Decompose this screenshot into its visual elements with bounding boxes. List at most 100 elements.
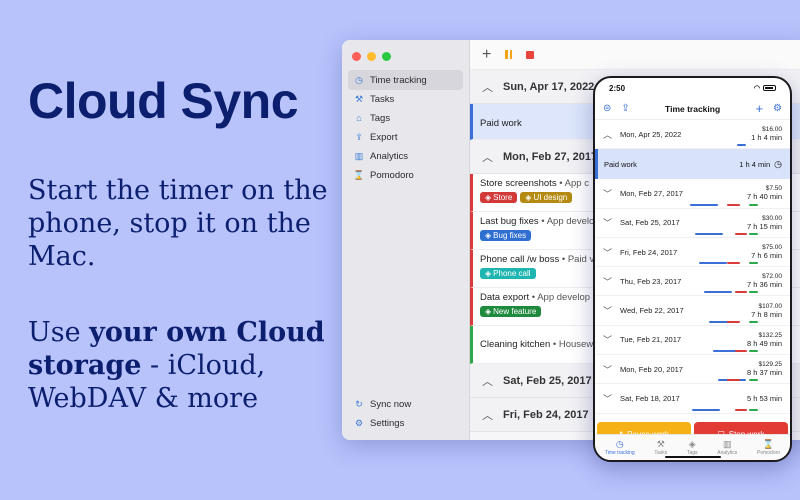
- sidebar-item-label: Tags: [370, 112, 391, 124]
- close-window-button[interactable]: [352, 52, 361, 61]
- mac-sidebar: ◷ Time tracking ⚒ Tasks ⌂ Tags ⇪ Export ▥ Analyti…: [342, 40, 470, 440]
- wrench-icon: ⚒: [656, 439, 665, 449]
- entry-title: Paid work: [480, 118, 522, 129]
- day-row[interactable]: ﹀ Fri, Feb 24, 2017 $75.00 7 h 6 min: [595, 238, 790, 268]
- day-date: Sat, Feb 18, 2017: [620, 394, 680, 404]
- wrench-icon: ⚒: [354, 93, 364, 104]
- filter-icon[interactable]: ⊜: [603, 103, 611, 114]
- entry-title: Cleaning kitchen • Housew: [480, 339, 593, 350]
- tag-icon: ◈: [525, 193, 532, 202]
- day-date: Fri, Feb 24, 2017: [503, 408, 589, 421]
- day-date: Mon, Feb 27, 2017: [503, 150, 598, 163]
- tab-label: Pomodoro: [756, 450, 781, 456]
- hourglass-icon: ⌛: [762, 439, 775, 449]
- tag-icon: ◈: [485, 231, 492, 240]
- tag-icon: ◈: [485, 193, 492, 202]
- sidebar-item-time-tracking[interactable]: ◷ Time tracking: [348, 70, 463, 90]
- day-totals: $132.25 8 h 49 min: [747, 332, 782, 348]
- timeline-segment: [735, 408, 748, 411]
- day-row[interactable]: ﹀ Thu, Feb 23, 2017 $72.00 7 h 36 min: [595, 267, 790, 297]
- chevron-up-icon: ︿: [482, 375, 493, 388]
- day-row[interactable]: ﹀ Mon, Feb 20, 2017 $129.25 8 h 37 min: [595, 355, 790, 385]
- tag-badge: ◈ Store: [480, 192, 518, 203]
- entry-project: • App develo: [538, 216, 595, 227]
- timeline-segment: [727, 320, 740, 323]
- entry-name: Cleaning kitchen: [480, 339, 551, 350]
- day-timeline: [625, 408, 780, 411]
- day-row[interactable]: ﹀ Mon, Feb 27, 2017 $7.50 7 h 40 min: [595, 179, 790, 209]
- sidebar-item-pomodoro[interactable]: ⌛ Pomodoro: [348, 165, 463, 185]
- timeline-segment: [727, 379, 740, 382]
- tab-analytics[interactable]: ▥ Analytics: [717, 439, 737, 456]
- chevron-down-icon: ﹀: [603, 335, 613, 346]
- day-row[interactable]: ︿ Mon, Apr 25, 2022 $16.00 1 h 4 min: [595, 120, 790, 150]
- sidebar-item-analytics[interactable]: ▥ Analytics: [348, 146, 463, 166]
- sidebar-item-tasks[interactable]: ⚒ Tasks: [348, 89, 463, 109]
- timeline-segment: [694, 232, 723, 235]
- minimize-window-button[interactable]: [367, 52, 376, 61]
- chevron-down-icon: ﹀: [603, 276, 613, 287]
- day-duration: 8 h 49 min: [746, 338, 782, 348]
- entry-project: • Housew: [550, 339, 594, 350]
- tag-label: Phone call: [493, 269, 531, 278]
- tab-tasks[interactable]: ⚒ Tasks: [654, 439, 667, 456]
- sidebar-item-label: Pomodoro: [370, 169, 414, 181]
- timeline-segment: [690, 203, 718, 206]
- entry-name: Data export: [480, 292, 530, 303]
- sidebar-item-label: Export: [370, 131, 398, 143]
- timeline-segment: [735, 232, 748, 235]
- day-duration: 5 h 53 min: [746, 393, 782, 403]
- headline: Cloud Sync: [28, 73, 299, 129]
- tag-label: UI design: [533, 193, 568, 202]
- day-duration: 7 h 40 min: [746, 192, 782, 202]
- tag-badge: ◈ Phone call: [480, 268, 536, 279]
- day-totals: $129.25 8 h 37 min: [747, 361, 782, 377]
- entry-name: Phone call /w boss: [480, 254, 560, 265]
- sidebar-item-sync-now[interactable]: ↻ Sync now: [348, 394, 463, 414]
- status-bar: 2:50 ◠: [595, 78, 790, 98]
- gear-icon[interactable]: ⚙: [773, 103, 782, 114]
- day-duration: 8 h 37 min: [746, 368, 782, 378]
- sidebar-item-export[interactable]: ⇪ Export: [348, 127, 463, 147]
- day-row[interactable]: ﹀ Sat, Feb 25, 2017 $30.00 7 h 15 min: [595, 209, 790, 238]
- sidebar-item-label: Settings: [370, 417, 405, 429]
- share-icon[interactable]: ⇪: [621, 103, 629, 114]
- chevron-up-icon: ︿: [482, 409, 493, 422]
- running-entry[interactable]: Paid work 1 h 4 min ◷: [595, 149, 790, 180]
- day-totals: $30.00 7 h 15 min: [747, 215, 782, 231]
- timeline-segment: [749, 320, 759, 323]
- zoom-window-button[interactable]: [382, 52, 391, 61]
- tag-icon: ◈: [688, 439, 696, 449]
- stop-button[interactable]: [526, 50, 535, 59]
- clock-icon: ◷: [355, 74, 363, 85]
- sidebar-item-tags[interactable]: ⌂ Tags: [348, 108, 463, 128]
- tab-time-tracking[interactable]: ◷ Time tracking: [605, 439, 635, 456]
- timeline-segment: [735, 350, 748, 353]
- add-entry-button[interactable]: +: [482, 46, 491, 63]
- entry-name: Last bug fixes: [480, 216, 539, 227]
- day-timeline: [625, 320, 780, 323]
- day-date: Wed, Feb 22, 2017: [620, 306, 684, 316]
- sidebar-item-settings[interactable]: ⚙ Settings: [348, 413, 463, 433]
- day-row[interactable]: ﹀ Wed, Feb 22, 2017 $107.00 7 h 8 min: [595, 296, 790, 326]
- phone-day-list: ﹀ Mon, Feb 27, 2017 $7.50 7 h 40 min ﹀ Sat, F…: [595, 179, 790, 414]
- timeline-segment: [704, 291, 732, 294]
- entry-name: Store screenshots: [480, 178, 557, 189]
- add-icon[interactable]: +: [755, 101, 763, 116]
- day-date: Sun, Apr 17, 2022: [503, 80, 595, 93]
- gear-icon: ⚙: [354, 417, 364, 428]
- sidebar-item-label: Analytics: [370, 150, 409, 162]
- tag-label: Bug fixes: [493, 231, 527, 240]
- hourglass-icon: ⌛: [353, 169, 365, 180]
- day-duration: 7 h 36 min: [746, 280, 782, 290]
- timeline-segment: [749, 408, 759, 411]
- pause-button[interactable]: [505, 50, 513, 59]
- day-duration: 7 h 8 min: [751, 309, 782, 319]
- bar-chart-icon: ▥: [354, 150, 364, 161]
- tab-tags[interactable]: ◈ Tags: [687, 439, 698, 456]
- day-row[interactable]: ﹀ Sat, Feb 18, 2017 5 h 53 min: [595, 384, 790, 414]
- day-row[interactable]: ﹀ Tue, Feb 21, 2017 $132.25 8 h 49 min: [595, 326, 790, 356]
- tag-label: New feature: [493, 307, 537, 316]
- day-timeline: [625, 350, 780, 353]
- tab-pomodoro[interactable]: ⌛ Pomodoro: [757, 439, 780, 456]
